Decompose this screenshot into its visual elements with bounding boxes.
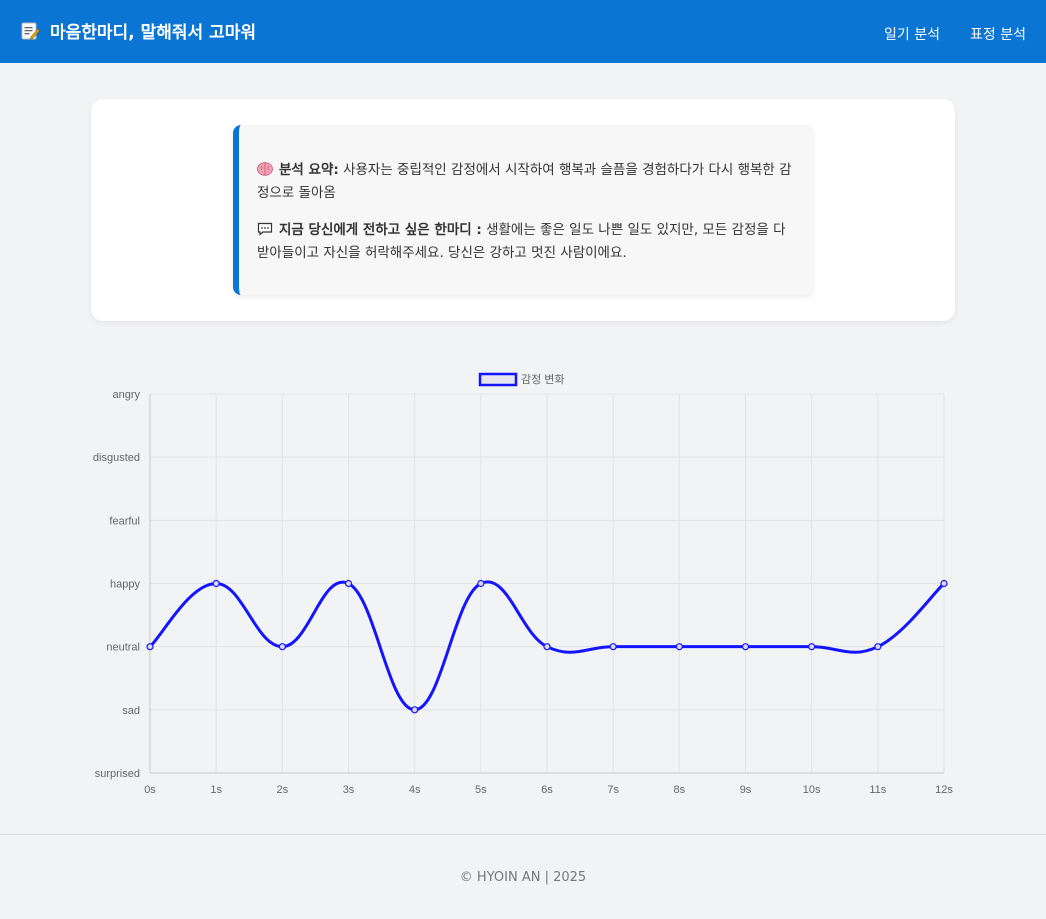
y-tick-label: happy xyxy=(110,579,140,591)
x-tick-label: 10s xyxy=(803,784,821,796)
message-summary: 지금 당신에게 전하고 싶은 한마디 : 생활에는 좋은 일도 나쁜 일도 있지… xyxy=(257,219,795,265)
memo-icon xyxy=(20,21,40,41)
x-tick-label: 4s xyxy=(409,784,421,796)
analysis-summary: 분석 요약: 사용자는 중립적인 감정에서 시작하여 행복과 슬픔을 경험하다가… xyxy=(257,159,795,205)
speech-bubble-icon xyxy=(257,221,273,236)
y-tick-label: angry xyxy=(112,389,140,401)
brain-icon xyxy=(257,161,273,176)
emotion-line-chart: surprised sad neutral happy fearful disgusted… xyxy=(93,372,953,796)
data-point xyxy=(212,579,220,588)
footer-divider xyxy=(0,834,1046,835)
footer-copyright: © HYOIN AN | 2025 xyxy=(459,870,587,885)
y-tick-label: neutral xyxy=(106,642,140,654)
legend-label: 감정 변화 xyxy=(521,373,565,386)
data-point xyxy=(874,643,882,651)
app-header: 마음한마디, 말해줘서 고마워 일기 분석 표정 분석 xyxy=(0,0,1046,63)
y-tick-label: sad xyxy=(122,705,140,717)
data-point xyxy=(477,579,485,588)
data-point xyxy=(146,643,154,651)
x-tick-label: 3s xyxy=(343,784,355,796)
legend-swatch xyxy=(478,372,518,387)
x-tick-label: 11s xyxy=(869,784,886,796)
top-nav: 일기 분석 표정 분석 xyxy=(884,24,1026,44)
data-point xyxy=(940,579,948,588)
summary-card: 분석 요약: 사용자는 중립적인 감정에서 시작하여 행복과 슬픔을 경험하다가… xyxy=(91,99,955,321)
x-tick-label: 6s xyxy=(541,784,553,796)
x-tick-label: 5s xyxy=(475,784,487,796)
y-tick-label: disgusted xyxy=(93,452,140,464)
y-tick-label: surprised xyxy=(95,768,140,780)
data-point xyxy=(344,579,353,588)
emotion-chart: surprised sad neutral happy fearful disgusted… xyxy=(80,365,980,805)
x-tick-label: 12s xyxy=(935,784,953,796)
x-tick-label: 0s xyxy=(144,784,156,796)
data-point xyxy=(609,643,617,651)
app-title: 마음한마디, 말해줘서 고마워 xyxy=(50,23,256,43)
data-point xyxy=(411,706,419,714)
app-brand[interactable]: 마음한마디, 말해줘서 고마워 xyxy=(20,18,256,43)
message-label: 지금 당신에게 전하고 싶은 한마디 : xyxy=(279,222,482,238)
nav-face-analysis[interactable]: 표정 분석 xyxy=(970,24,1026,44)
x-tick-label: 2s xyxy=(277,784,289,796)
summary-box: 분석 요약: 사용자는 중립적인 감정에서 시작하여 행복과 슬픔을 경험하다가… xyxy=(233,125,813,295)
nav-diary-analysis[interactable]: 일기 분석 xyxy=(884,24,940,44)
data-point xyxy=(741,643,750,651)
data-point xyxy=(808,643,816,651)
data-point xyxy=(543,643,551,651)
x-tick-label: 7s xyxy=(607,784,619,796)
data-point xyxy=(278,643,286,651)
x-tick-label: 9s xyxy=(740,784,752,796)
y-tick-label: fearful xyxy=(109,515,140,527)
analysis-label: 분석 요약: xyxy=(279,162,339,178)
x-tick-label: 8s xyxy=(674,784,686,796)
data-point xyxy=(675,643,683,651)
x-tick-label: 1s xyxy=(210,784,222,796)
